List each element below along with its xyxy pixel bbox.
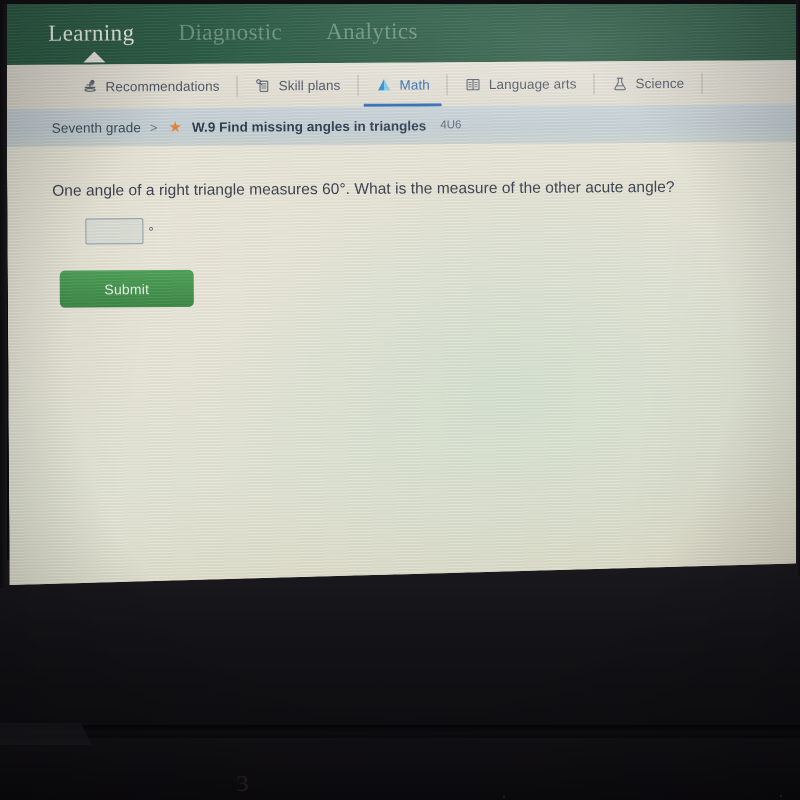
screen-bezel-right: [796, 0, 800, 576]
laptop-deck-notch: [0, 723, 92, 745]
tab-recommendations[interactable]: Recommendations: [64, 64, 236, 109]
tab-science-label: Science: [635, 75, 685, 91]
math-pyramid-icon: [375, 76, 392, 93]
recommendations-icon: [81, 78, 98, 95]
nav-item-analytics[interactable]: Analytics: [326, 18, 418, 45]
dust-speck: [503, 796, 505, 798]
tab-skill-plans-label: Skill plans: [278, 77, 341, 93]
question-prompt: One angle of a right triangle measures 6…: [52, 178, 675, 200]
open-book-icon: [465, 76, 482, 93]
screen-bezel-top: [0, 0, 800, 4]
favorite-star-icon[interactable]: ★: [168, 119, 182, 134]
flask-icon: [611, 75, 628, 92]
screen-bezel-left: [0, 0, 7, 588]
skill-plans-icon: [255, 77, 272, 94]
question-panel: One angle of a right triangle measures 6…: [7, 142, 800, 588]
tab-math-label: Math: [399, 76, 430, 93]
breadcrumb-skill-code: 4U6: [440, 119, 462, 132]
nav-item-learning[interactable]: Learning: [48, 20, 134, 47]
breadcrumb-separator-icon: >: [149, 119, 158, 135]
nav-item-learning-label: Learning: [48, 20, 135, 46]
dust-speck: [780, 795, 782, 797]
laptop-screen: Learning Diagnostic Analytics Recommenda…: [6, 0, 800, 588]
submit-button[interactable]: Submit: [60, 270, 194, 308]
tab-language-arts-label: Language arts: [488, 76, 577, 92]
tab-math[interactable]: Math: [358, 62, 447, 107]
laptop-hinge: [0, 725, 800, 739]
tab-skill-plans[interactable]: Skill plans: [237, 63, 357, 108]
subject-tab-bar: Recommendations Skill plans Math Languag…: [6, 60, 800, 109]
active-nav-caret-icon: [83, 51, 105, 62]
tab-language-arts[interactable]: Language arts: [448, 61, 594, 106]
degree-symbol-label: °: [148, 223, 154, 239]
answer-input[interactable]: [85, 218, 143, 244]
answer-entry-row: °: [85, 218, 153, 244]
primary-navigation-bar: Learning Diagnostic Analytics: [6, 0, 800, 65]
breadcrumb-grade-link[interactable]: Seventh grade: [52, 120, 141, 136]
tab-science[interactable]: Science: [594, 61, 701, 106]
breadcrumb-skill-title: W.9 Find missing angles in triangles: [191, 117, 427, 135]
nav-item-analytics-label: Analytics: [325, 18, 418, 45]
nav-item-diagnostic[interactable]: Diagnostic: [178, 19, 282, 46]
laptop-deck: [0, 738, 800, 800]
breadcrumb: Seventh grade > ★ W.9 Find missing angle…: [7, 104, 800, 147]
photograph-of-laptop-screen: з Learning Diagnostic Analytics Recommen…: [0, 0, 800, 800]
nav-item-diagnostic-label: Diagnostic: [178, 19, 283, 45]
tab-divider: [701, 72, 702, 93]
tab-recommendations-label: Recommendations: [105, 78, 220, 94]
laptop-logo: з: [234, 761, 250, 799]
